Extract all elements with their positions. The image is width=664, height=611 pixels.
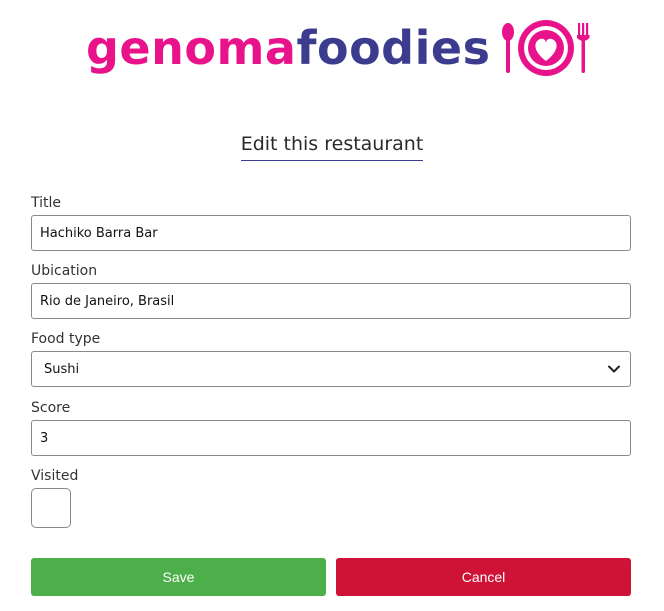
title-label: Title: [31, 195, 62, 211]
brand-name: genomafoodies: [86, 25, 490, 71]
visited-label: Visited: [31, 468, 79, 484]
brand-name-part1: genoma: [86, 21, 297, 75]
page-title: Edit this restaurant: [240, 133, 424, 161]
visited-checkbox[interactable]: [31, 488, 71, 528]
title-input[interactable]: [31, 215, 631, 251]
food-type-selected-value: Sushi: [44, 361, 80, 377]
cancel-button[interactable]: Cancel: [336, 558, 631, 596]
ubication-label: Ubication: [31, 263, 98, 279]
score-label: Score: [31, 400, 71, 416]
score-input[interactable]: [31, 420, 631, 456]
brand-name-part2: foodies: [296, 21, 491, 75]
save-button[interactable]: Save: [31, 558, 326, 596]
chevron-down-icon: [608, 365, 620, 373]
ubication-input[interactable]: [31, 283, 631, 319]
plate-heart-fork-spoon-icon: [502, 20, 590, 76]
page-heading-wrapper: Edit this restaurant: [0, 133, 664, 161]
food-type-select[interactable]: Sushi: [31, 351, 631, 387]
brand-logo: genomafoodies: [86, 12, 592, 84]
food-type-label: Food type: [31, 331, 101, 347]
